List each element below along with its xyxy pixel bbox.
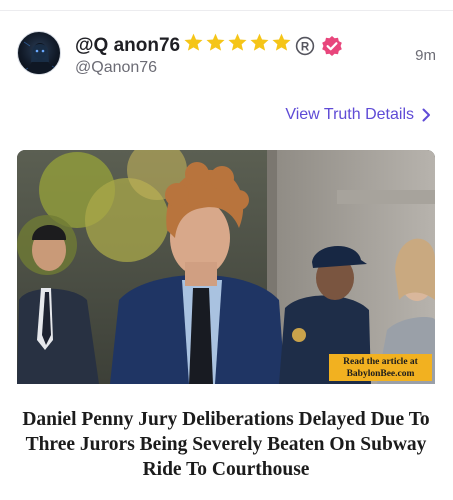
star-icon bbox=[205, 32, 227, 59]
star-icon bbox=[249, 32, 271, 59]
article-headline[interactable]: Daniel Penny Jury Deliberations Delayed … bbox=[17, 407, 435, 482]
chevron-right-icon bbox=[422, 108, 430, 122]
top-divider bbox=[0, 10, 453, 11]
registered-icon: R bbox=[295, 36, 315, 56]
star-rating bbox=[183, 32, 293, 59]
display-name[interactable]: @Q anon76 bbox=[75, 35, 180, 57]
user-handle[interactable]: @Qanon76 bbox=[75, 59, 157, 77]
promo-line-2: BabylonBee.com bbox=[346, 368, 415, 379]
article-image[interactable]: Read the article at BabylonBee.com bbox=[17, 150, 435, 384]
read-article-promo[interactable]: Read the article at BabylonBee.com bbox=[329, 354, 432, 381]
display-name-row[interactable]: @Q anon76 R bbox=[75, 32, 343, 59]
avatar[interactable] bbox=[17, 31, 61, 75]
view-truth-details-link[interactable]: View Truth Details bbox=[285, 106, 431, 124]
star-icon bbox=[183, 32, 205, 59]
svg-text:R: R bbox=[301, 41, 310, 53]
view-truth-details-label[interactable]: View Truth Details bbox=[285, 106, 414, 124]
star-icon bbox=[271, 32, 293, 59]
post-timestamp: 9m bbox=[415, 47, 436, 64]
promo-line-1: Read the article at bbox=[343, 356, 418, 367]
verified-badge-icon bbox=[321, 35, 343, 57]
star-icon bbox=[227, 32, 249, 59]
